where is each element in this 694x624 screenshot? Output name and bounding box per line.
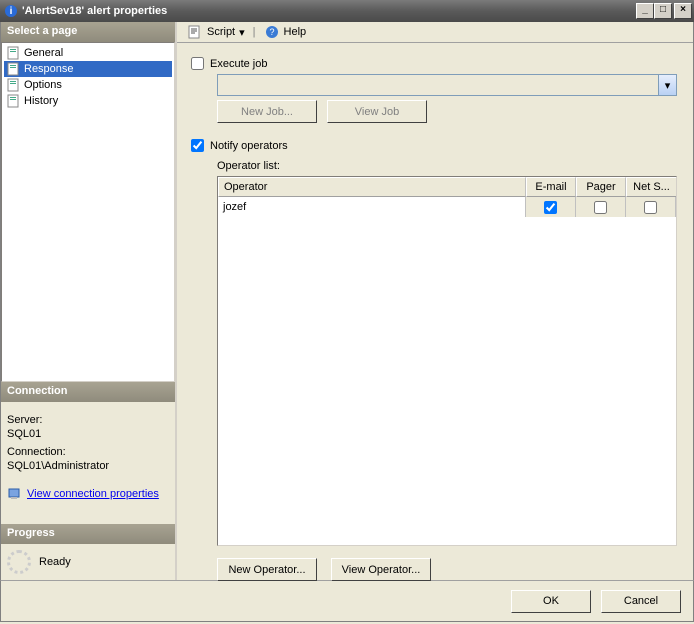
minimize-button[interactable]: _ (636, 3, 654, 19)
script-icon (187, 24, 203, 40)
netsend-checkbox[interactable] (644, 201, 657, 214)
notify-operators-checkbox[interactable] (191, 139, 204, 152)
toolbar: Script ▾ | ? Help (177, 22, 693, 43)
page-icon (6, 77, 22, 93)
view-operator-button[interactable]: View Operator... (331, 558, 431, 581)
pager-checkbox[interactable] (594, 201, 607, 214)
page-list: General Response Options History (1, 42, 175, 382)
select-page-header: Select a page (1, 22, 175, 42)
view-job-button: View Job (327, 100, 427, 123)
db-icon (7, 486, 23, 502)
script-button[interactable]: Script ▾ (183, 22, 249, 42)
execute-job-checkbox[interactable] (191, 57, 204, 70)
page-item-options[interactable]: Options (4, 77, 172, 93)
content-area: Execute job ▾ New Job... View Job Notify… (177, 43, 693, 591)
table-header: Operator E-mail Pager Net S... (218, 177, 676, 197)
help-icon: ? (264, 24, 280, 40)
server-value: SQL01 (7, 428, 169, 440)
page-label: Response (24, 63, 74, 75)
execute-job-label: Execute job (210, 58, 267, 70)
email-checkbox[interactable] (544, 201, 557, 214)
col-operator[interactable]: Operator (218, 177, 526, 197)
table-body: jozef (218, 197, 676, 545)
operator-name: jozef (218, 197, 526, 217)
new-operator-button[interactable]: New Operator... (217, 558, 317, 581)
page-icon (6, 61, 22, 77)
titlebar: i 'AlertSev18' alert properties _ □ × (0, 0, 694, 22)
progress-spinner-icon (7, 550, 31, 574)
col-pager[interactable]: Pager (576, 177, 626, 197)
new-job-button: New Job... (217, 100, 317, 123)
page-item-history[interactable]: History (4, 93, 172, 109)
col-email[interactable]: E-mail (526, 177, 576, 197)
ok-button[interactable]: OK (511, 590, 591, 613)
view-connection-link[interactable]: View connection properties (27, 488, 159, 500)
dropdown-arrow-icon: ▾ (239, 26, 245, 39)
operator-table: Operator E-mail Pager Net S... jozef (217, 176, 677, 546)
cancel-button[interactable]: Cancel (601, 590, 681, 613)
page-label: Options (24, 79, 62, 91)
sidebar: Select a page General Response Options (1, 22, 177, 580)
chevron-down-icon: ▾ (658, 75, 676, 95)
page-icon (6, 93, 22, 109)
page-item-general[interactable]: General (4, 45, 172, 61)
page-item-response[interactable]: Response (4, 61, 172, 77)
main-panel: Script ▾ | ? Help Execute job ▾ New Job.… (177, 22, 693, 580)
window-controls: _ □ × (636, 3, 692, 19)
page-icon (6, 45, 22, 61)
help-button[interactable]: ? Help (260, 22, 311, 42)
connection-value: SQL01\Administrator (7, 460, 169, 472)
app-icon: i (4, 4, 18, 18)
page-label: General (24, 47, 63, 59)
page-label: History (24, 95, 58, 107)
progress-panel: Ready (1, 544, 175, 580)
job-dropdown[interactable]: ▾ (217, 74, 677, 96)
close-button[interactable]: × (674, 3, 692, 19)
server-label: Server: (7, 414, 169, 426)
maximize-button[interactable]: □ (654, 3, 672, 19)
script-label: Script (207, 26, 235, 38)
window-title: 'AlertSev18' alert properties (22, 5, 636, 17)
progress-header: Progress (1, 524, 175, 544)
toolbar-separator: | (253, 26, 256, 38)
progress-status: Ready (39, 556, 71, 568)
connection-header: Connection (1, 382, 175, 402)
help-label: Help (284, 26, 307, 38)
notify-operators-label: Notify operators (210, 140, 288, 152)
connection-label: Connection: (7, 446, 169, 458)
connection-panel: Server: SQL01 Connection: SQL01\Administ… (1, 402, 175, 524)
table-row[interactable]: jozef (218, 197, 676, 217)
svg-text:i: i (10, 6, 13, 17)
svg-text:?: ? (269, 27, 274, 37)
col-net[interactable]: Net S... (626, 177, 676, 197)
operator-list-label: Operator list: (217, 160, 679, 172)
